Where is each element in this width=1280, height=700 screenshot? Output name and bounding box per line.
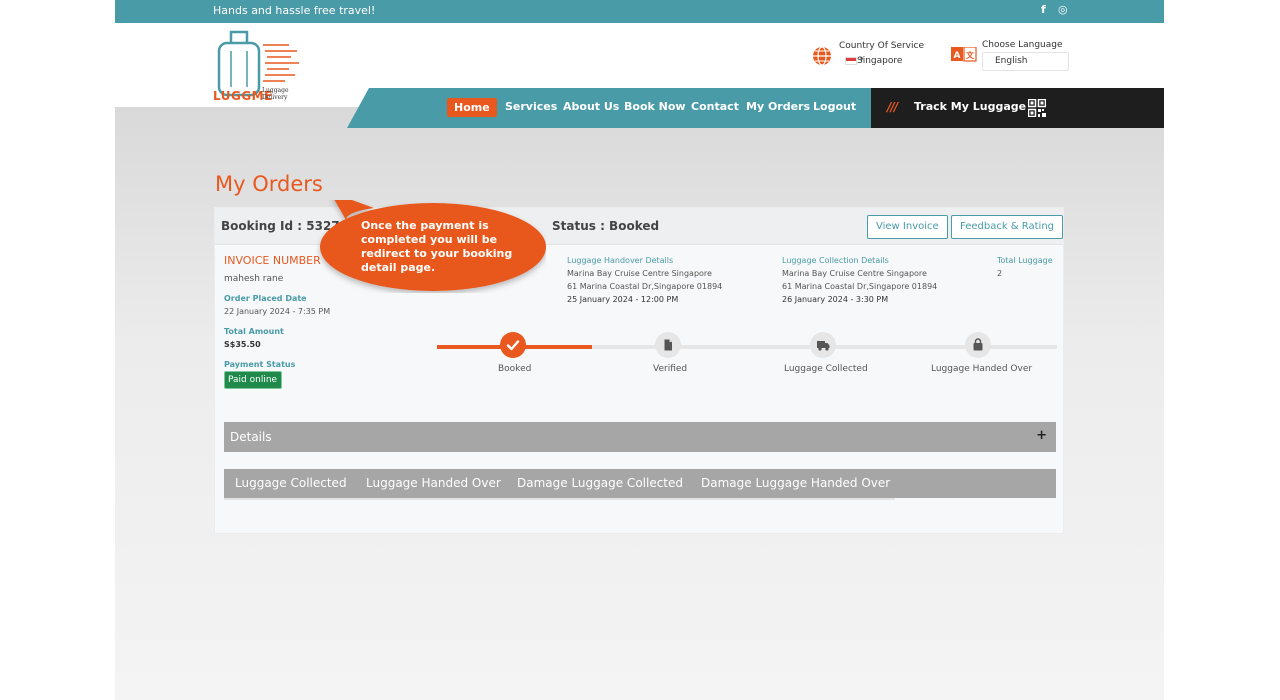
nav-services[interactable]: Services bbox=[505, 100, 557, 113]
total-luggage-label: Total Luggage bbox=[997, 256, 1053, 265]
step-collected-circle bbox=[810, 332, 836, 358]
country-value[interactable]: Singapore bbox=[857, 56, 902, 66]
payment-status-badge: Paid online bbox=[224, 371, 283, 389]
nav-book-now[interactable]: Book Now bbox=[624, 100, 686, 113]
step-verified-label: Verified bbox=[653, 364, 688, 374]
nav-contact[interactable]: Contact bbox=[691, 100, 739, 113]
page: Hands and hassle free travel! f ◎ LUGGME… bbox=[115, 0, 1164, 700]
handover-place: Marina Bay Cruise Centre Singapore bbox=[567, 269, 712, 278]
logo-subtitle-line1: Luggage bbox=[262, 87, 289, 94]
facebook-icon[interactable]: f bbox=[1041, 3, 1046, 16]
tagline: Hands and hassle free travel! bbox=[213, 4, 376, 17]
nav-logout[interactable]: Logout bbox=[813, 100, 856, 113]
instagram-icon[interactable]: ◎ bbox=[1058, 3, 1068, 16]
translate-icon: A 文 bbox=[951, 47, 977, 62]
document-icon bbox=[664, 339, 672, 351]
step-handed-over-circle bbox=[965, 332, 991, 358]
handover-label: Luggage Handover Details bbox=[567, 256, 674, 265]
tab-luggage-handed-over[interactable]: Luggage Handed Over bbox=[366, 476, 501, 490]
total-amount-label: Total Amount bbox=[224, 327, 284, 336]
tooltip-text: Once the payment is completed you will b… bbox=[361, 219, 513, 274]
payment-status-label: Payment Status bbox=[224, 360, 296, 369]
page-title: My Orders bbox=[215, 172, 323, 196]
language-label: Choose Language bbox=[982, 40, 1063, 50]
language-select[interactable]: English bbox=[982, 52, 1069, 71]
details-accordion[interactable]: Details + bbox=[224, 422, 1056, 452]
collection-label: Luggage Collection Details bbox=[782, 256, 889, 265]
logo-subtitle: Luggage Delivery bbox=[262, 87, 289, 101]
order-status: Status : Booked bbox=[552, 219, 660, 233]
svg-text:A: A bbox=[954, 51, 961, 61]
step-booked-circle bbox=[500, 332, 526, 358]
collection-place: Marina Bay Cruise Centre Singapore bbox=[782, 269, 927, 278]
nav-my-orders[interactable]: My Orders bbox=[746, 100, 810, 113]
customer-name: mahesh rane bbox=[224, 274, 284, 284]
order-placed-value: 22 January 2024 - 7:35 PM bbox=[224, 307, 331, 316]
feedback-rating-button[interactable]: Feedback & Rating bbox=[951, 215, 1064, 239]
main-nav: Home Services About Us Book Now Contact … bbox=[347, 88, 872, 128]
tab-damage-luggage-collected[interactable]: Damage Luggage Collected bbox=[517, 476, 683, 490]
step-booked-label: Booked bbox=[498, 364, 532, 374]
singapore-flag-icon bbox=[845, 57, 857, 65]
svg-text:文: 文 bbox=[966, 50, 975, 60]
handover-datetime: 25 January 2024 - 12:00 PM bbox=[567, 295, 679, 304]
country-label: Country Of Service bbox=[839, 41, 924, 51]
track-my-luggage-button[interactable]: /// Track My Luggage bbox=[871, 88, 1164, 128]
track-slashes-icon: /// bbox=[887, 100, 898, 114]
tab-luggage-collected[interactable]: Luggage Collected bbox=[235, 476, 347, 490]
track-label: Track My Luggage bbox=[914, 100, 1027, 113]
nav-about-us[interactable]: About Us bbox=[563, 100, 619, 113]
tab-damage-luggage-handed-over[interactable]: Damage Luggage Handed Over bbox=[701, 476, 890, 490]
globe-icon bbox=[813, 46, 831, 66]
check-icon bbox=[506, 340, 520, 351]
collection-address: 61 Marina Coastal Dr,Singapore 01894 bbox=[782, 282, 938, 291]
details-label: Details bbox=[230, 430, 272, 444]
tabs-underline bbox=[224, 498, 895, 500]
bag-icon bbox=[973, 338, 983, 351]
handover-address: 61 Marina Coastal Dr,Singapore 01894 bbox=[567, 282, 723, 291]
step-collected-label: Luggage Collected bbox=[784, 364, 868, 374]
expand-plus-icon[interactable]: + bbox=[1036, 428, 1047, 443]
logo-subtitle-line2: Delivery bbox=[262, 94, 288, 101]
step-handed-over-label: Luggage Handed Over bbox=[931, 364, 1033, 374]
total-luggage-value: 2 bbox=[997, 269, 1003, 278]
qr-code-icon bbox=[1028, 99, 1046, 117]
top-bar: Hands and hassle free travel! f ◎ bbox=[115, 0, 1164, 23]
nav-home[interactable]: Home bbox=[447, 98, 497, 117]
truck-icon bbox=[817, 341, 830, 351]
step-verified-circle bbox=[655, 332, 681, 358]
luggage-tabs: Luggage Collected Luggage Handed Over Da… bbox=[224, 469, 1056, 498]
total-amount-value: S$35.50 bbox=[224, 340, 261, 349]
order-placed-label: Order Placed Date bbox=[224, 294, 307, 303]
view-invoice-button[interactable]: View Invoice bbox=[867, 215, 948, 239]
invoice-number-label: INVOICE NUMBER bbox=[224, 254, 321, 267]
collection-datetime: 26 January 2024 - 3:30 PM bbox=[782, 295, 889, 304]
